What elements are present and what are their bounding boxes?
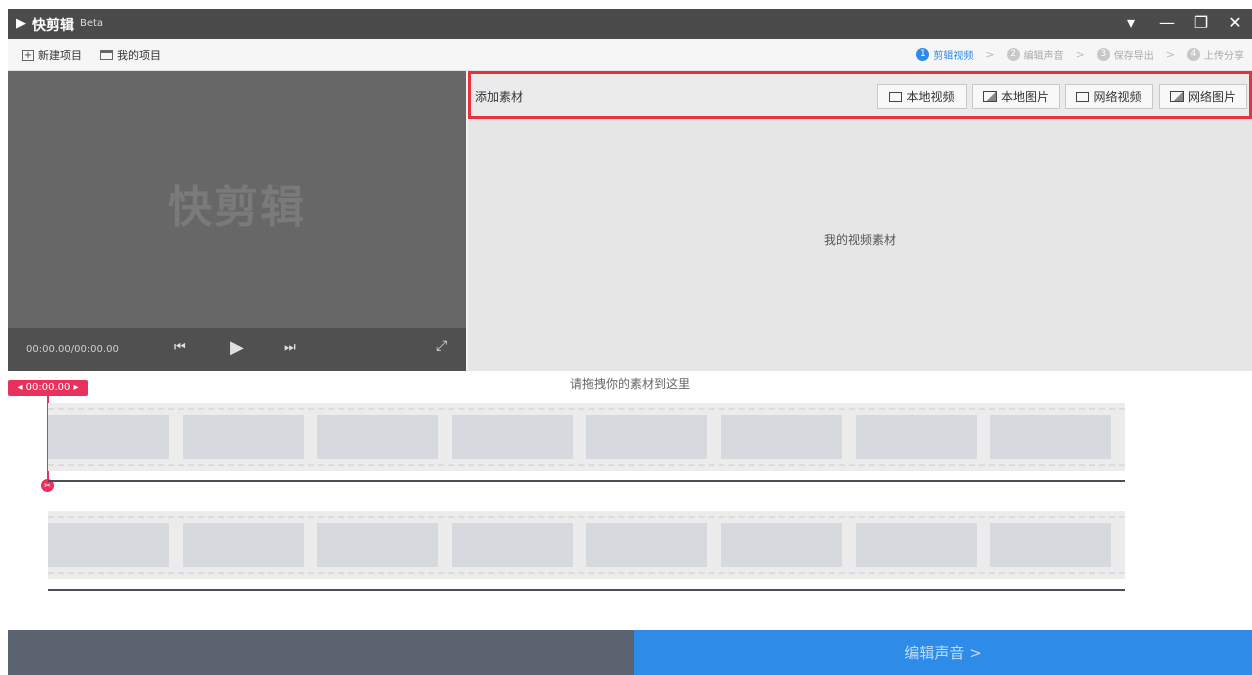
close-icon[interactable]: ✕ <box>1224 13 1246 32</box>
restore-icon[interactable]: ❐ <box>1190 13 1212 32</box>
web-video-label: 网络视频 <box>1093 90 1142 104</box>
track-frame <box>317 415 438 459</box>
step-edit-audio[interactable]: 2 编辑声音 <box>1006 47 1064 62</box>
dropdown-menu-icon[interactable]: ▾ <box>1120 13 1142 32</box>
preview-watermark: 快剪辑 <box>168 182 306 233</box>
logo-icon: ▶ <box>16 16 26 31</box>
player-controls: 00:00.00/00:00.00 ⏮ ▶ ⏭ ⤢ <box>8 328 466 371</box>
track-frame <box>586 415 707 459</box>
video-track[interactable] <box>48 403 1125 471</box>
add-material-title: 添加素材 <box>475 90 524 104</box>
local-video-label: 本地视频 <box>906 90 955 104</box>
new-project-button[interactable]: + 新建项目 <box>22 47 82 63</box>
track-frame <box>586 523 707 567</box>
material-empty-text: 我的视频素材 <box>823 233 896 247</box>
step-edit-video[interactable]: 1 剪辑视频 <box>916 47 973 62</box>
web-image-button[interactable]: 网络图片 <box>1159 84 1247 109</box>
step-upload-share[interactable]: 4 上传分享 <box>1187 47 1244 62</box>
next-frame-icon[interactable]: ⏭ <box>284 340 296 355</box>
track-frame <box>721 523 842 567</box>
track-frame <box>48 523 169 567</box>
menu-bar: + 新建项目 我的项目 1 剪辑视频 > 2 编辑声音 > 3 保存导出 > 4… <box>8 39 1252 71</box>
video-preview: 快剪辑 00:00.00/00:00.00 ⏮ ▶ ⏭ ⤢ <box>8 71 466 371</box>
track-ruler <box>48 589 1125 591</box>
previous-frame-icon[interactable]: ⏮ <box>174 340 186 355</box>
app-window: ▶ 快剪辑 Beta ▾ — ❐ ✕ + 新建项目 我的项目 1 剪辑视频 > … <box>8 9 1252 675</box>
local-video-button[interactable]: 本地视频 <box>877 84 967 109</box>
chevron-right-icon: > <box>985 48 995 61</box>
local-image-label: 本地图片 <box>1000 90 1049 104</box>
workflow-steps: 1 剪辑视频 > 2 编辑声音 > 3 保存导出 > 4 上传分享 <box>916 47 1244 62</box>
play-icon[interactable]: ▶ <box>230 337 244 358</box>
next-step-button[interactable]: 编辑声音 > <box>634 630 1252 675</box>
film-sprockets <box>48 408 1125 410</box>
film-sprockets <box>48 516 1125 518</box>
track-frame <box>183 415 304 459</box>
title-bar: ▶ 快剪辑 Beta ▾ — ❐ ✕ <box>8 9 1252 39</box>
track-frame <box>856 523 977 567</box>
local-image-button[interactable]: 本地图片 <box>972 84 1060 109</box>
beta-label: Beta <box>80 18 104 29</box>
film-sprockets <box>48 572 1125 574</box>
app-name: 快剪辑 <box>32 18 74 34</box>
step-label: 编辑声音 <box>1023 51 1064 62</box>
add-material-bar: 添加素材 本地视频 本地图片 网络视频 网络图片 <box>468 71 1252 119</box>
my-projects-button[interactable]: 我的项目 <box>100 47 161 63</box>
new-project-icon: + <box>22 49 34 61</box>
track-frame <box>990 415 1111 459</box>
track-frame <box>990 523 1111 567</box>
step-number: 1 <box>916 48 930 61</box>
film-sprockets <box>48 464 1125 466</box>
minimize-icon[interactable]: — <box>1156 13 1178 32</box>
track-frame <box>183 523 304 567</box>
track-frame <box>48 415 169 459</box>
chevron-right-icon: > <box>1075 48 1085 61</box>
image-add-icon <box>982 91 997 102</box>
my-projects-label: 我的项目 <box>117 49 161 62</box>
material-panel: 添加素材 本地视频 本地图片 网络视频 网络图片 我的视频素材 <box>468 71 1252 371</box>
step-save-export[interactable]: 3 保存导出 <box>1096 47 1154 62</box>
track-frame <box>452 415 573 459</box>
web-image-icon <box>1169 91 1184 102</box>
footer-left-area <box>8 630 634 675</box>
playhead-time-badge[interactable]: ◂ 00:00.00 ▸ <box>8 380 88 396</box>
step-number: 3 <box>1096 48 1110 61</box>
track-frame <box>452 523 573 567</box>
web-video-button[interactable]: 网络视频 <box>1065 84 1153 109</box>
folder-icon <box>100 50 113 60</box>
step-label: 上传分享 <box>1204 51 1244 62</box>
timecode: 00:00.00/00:00.00 <box>26 344 119 355</box>
step-label: 剪辑视频 <box>933 51 974 62</box>
step-number: 4 <box>1187 48 1200 61</box>
timeline: 请拖拽你的素材到这里 ◂ 00:00.00 ▸ ✂ <box>8 371 1252 630</box>
track-ruler <box>48 480 1125 482</box>
step-number: 2 <box>1006 48 1020 61</box>
web-image-label: 网络图片 <box>1187 90 1236 104</box>
drop-hint: 请拖拽你的素材到这里 <box>569 377 690 391</box>
step-label: 保存导出 <box>1113 51 1154 62</box>
web-video-icon <box>1076 91 1090 102</box>
new-project-label: 新建项目 <box>38 49 82 62</box>
fullscreen-icon[interactable]: ⤢ <box>436 338 447 354</box>
audio-track[interactable] <box>48 511 1125 579</box>
track-frame <box>721 415 842 459</box>
video-add-icon <box>889 91 903 102</box>
track-frame <box>317 523 438 567</box>
chevron-right-icon: > <box>1165 48 1175 61</box>
track-frame <box>856 415 977 459</box>
